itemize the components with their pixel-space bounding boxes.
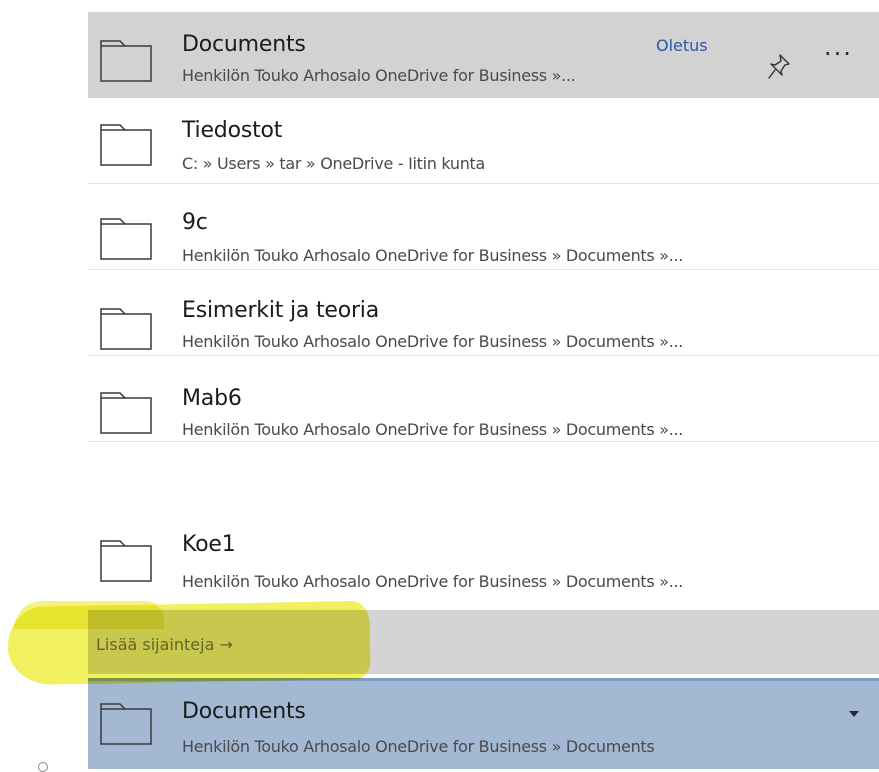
folder-icon [100, 392, 152, 434]
location-title: Esimerkit ja teoria [182, 298, 380, 323]
location-title: Documents [182, 32, 306, 57]
location-item-mab6[interactable]: Mab6 Henkilön Touko Arhosalo OneDrive fo… [88, 356, 879, 442]
location-item-9c[interactable]: 9c Henkilön Touko Arhosalo OneDrive for … [88, 184, 879, 270]
folder-icon [100, 124, 152, 166]
location-item-tiedostot[interactable]: Tiedostot C: » Users » tar » OneDrive - … [88, 98, 879, 184]
location-title: Mab6 [182, 386, 242, 411]
location-item-documents-default[interactable]: Documents Henkilön Touko Arhosalo OneDri… [88, 12, 879, 98]
circle-icon [38, 762, 48, 772]
location-item-esimerkit-ja-teoria[interactable]: Esimerkit ja teoria Henkilön Touko Arhos… [88, 270, 879, 356]
location-title: 9c [182, 210, 208, 235]
chevron-down-icon[interactable] [849, 711, 859, 717]
pin-icon[interactable] [766, 52, 792, 80]
folder-icon [100, 40, 152, 82]
default-label[interactable]: Oletus [656, 36, 708, 55]
location-path: Henkilön Touko Arhosalo OneDrive for Bus… [182, 66, 576, 85]
location-title: Documents [182, 699, 306, 724]
folder-icon [100, 308, 152, 350]
more-locations-bar: Lisää sijainteja → [88, 610, 879, 674]
selected-location[interactable]: Documents Henkilön Touko Arhosalo OneDri… [88, 678, 879, 769]
location-path: Henkilön Touko Arhosalo OneDrive for Bus… [182, 246, 684, 265]
more-options-icon[interactable]: ··· [824, 42, 853, 66]
more-locations-link[interactable]: Lisää sijainteja → [96, 635, 233, 654]
location-title: Tiedostot [182, 118, 283, 143]
location-path: Henkilön Touko Arhosalo OneDrive for Bus… [182, 572, 684, 591]
location-path: C: » Users » tar » OneDrive - Iitin kunt… [182, 154, 486, 173]
location-path: Henkilön Touko Arhosalo OneDrive for Bus… [182, 420, 684, 439]
location-path: Henkilön Touko Arhosalo OneDrive for Bus… [182, 737, 655, 756]
location-item-koe1[interactable]: Koe1 Henkilön Touko Arhosalo OneDrive fo… [88, 442, 879, 610]
folder-icon [100, 703, 152, 745]
location-title: Koe1 [182, 532, 236, 557]
folder-icon [100, 540, 152, 582]
location-picker-panel: Documents Henkilön Touko Arhosalo OneDri… [88, 0, 879, 769]
folder-icon [100, 218, 152, 260]
location-path: Henkilön Touko Arhosalo OneDrive for Bus… [182, 332, 684, 351]
